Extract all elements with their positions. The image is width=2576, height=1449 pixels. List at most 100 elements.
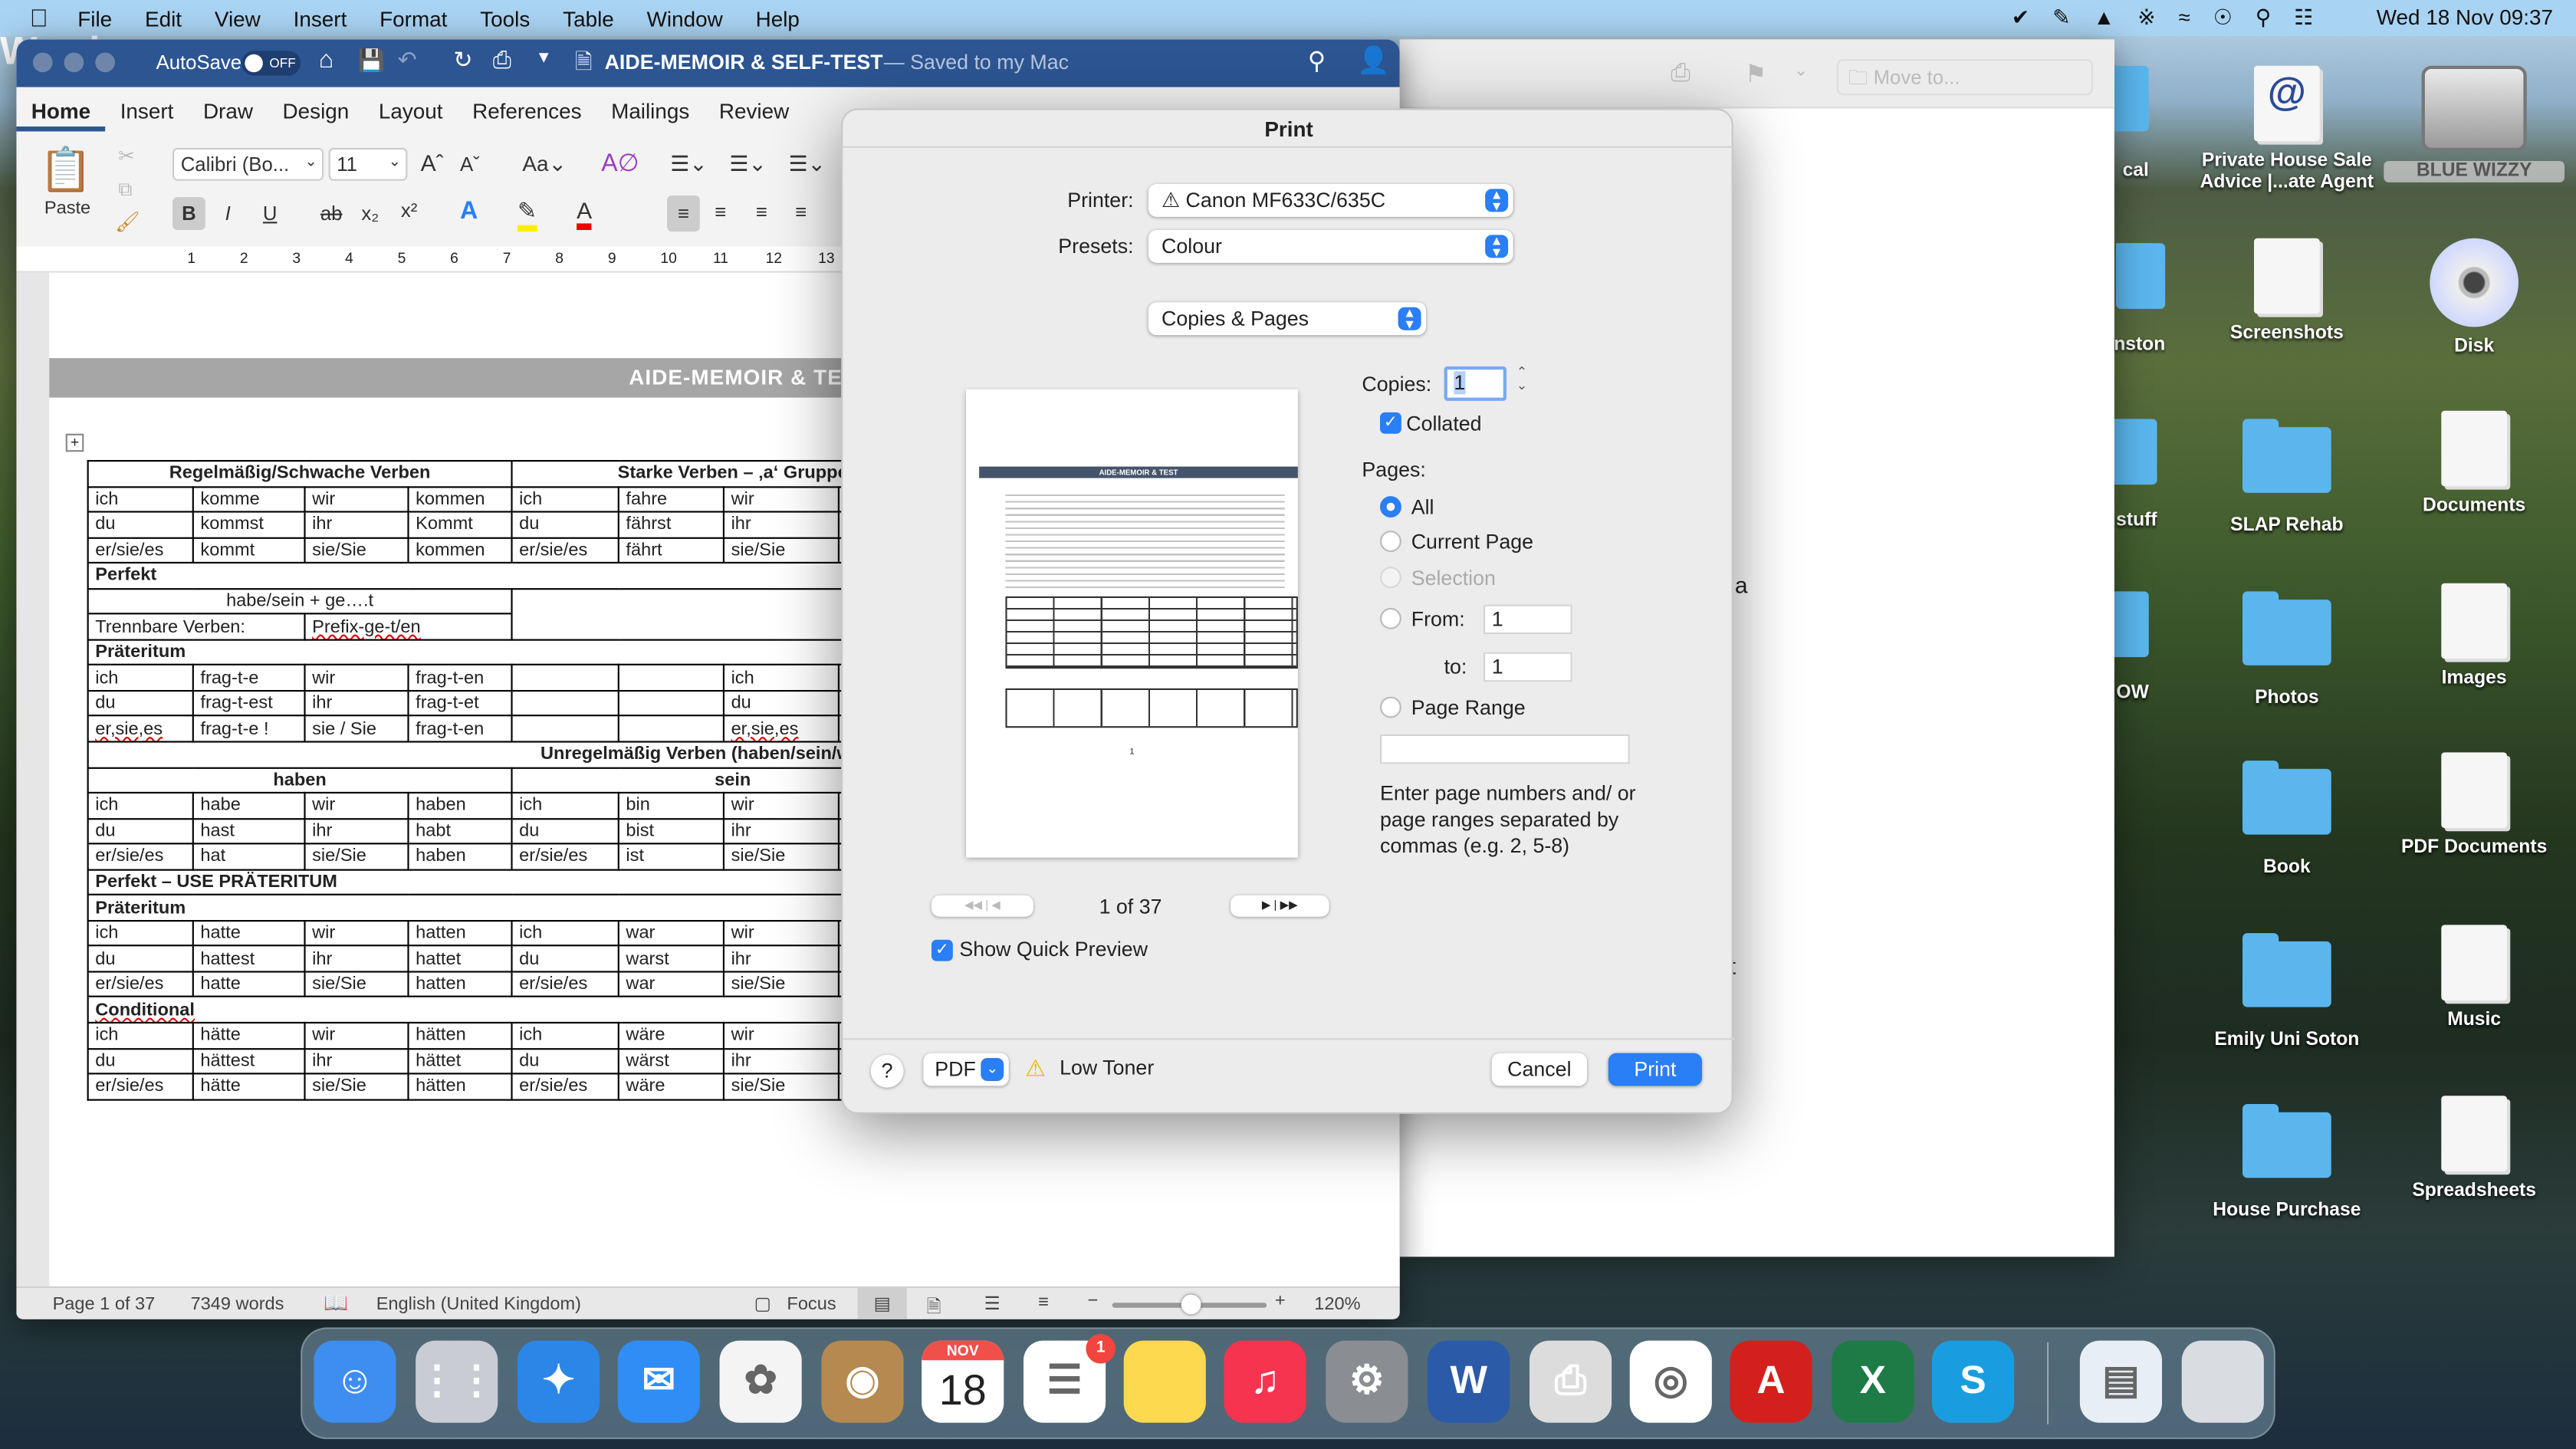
pages-from-radio[interactable] xyxy=(1380,607,1401,629)
menu-format[interactable]: Format xyxy=(380,6,447,31)
numbering-icon[interactable]: ☰⌄ xyxy=(729,151,766,177)
table-cell[interactable]: Präteritum xyxy=(87,894,955,922)
desktop-icon[interactable]: BLUE WIZZY xyxy=(2384,65,2564,182)
desktop-icon[interactable]: @ Private House Sale Advice |...ate Agent xyxy=(2196,65,2377,194)
page-range-input[interactable] xyxy=(1380,734,1630,764)
table-cell[interactable]: fährst xyxy=(617,511,724,539)
word-count[interactable]: 7349 words xyxy=(191,1295,284,1315)
table-cell[interactable]: wir xyxy=(722,792,840,820)
dock-launchpad-icon[interactable]: ⋮⋮ xyxy=(416,1340,498,1423)
tab-draw[interactable]: Draw xyxy=(189,95,268,131)
table-cell[interactable]: warst xyxy=(617,945,724,973)
save-status[interactable]: — Saved to my Mac xyxy=(884,51,1069,74)
bullets-icon[interactable]: ☰⌄ xyxy=(670,151,707,177)
print-button[interactable]: Print xyxy=(1608,1053,1702,1086)
zoom-in-button[interactable]: + xyxy=(1275,1291,1286,1311)
dock-trash-icon[interactable] xyxy=(2181,1340,2264,1423)
table-cell[interactable]: du xyxy=(87,689,194,718)
minimize-button[interactable] xyxy=(64,52,84,73)
tab-design[interactable]: Design xyxy=(268,95,363,131)
table-cell[interactable] xyxy=(511,689,619,718)
change-case-icon[interactable]: Aa⌄ xyxy=(522,151,566,177)
pages-current-radio[interactable] xyxy=(1380,531,1401,552)
table-cell[interactable]: du xyxy=(722,689,840,718)
table-cell[interactable]: ich xyxy=(511,919,619,948)
table-cell[interactable]: hattest xyxy=(192,945,306,973)
table-cell[interactable]: ich xyxy=(722,664,840,692)
zoom-out-button[interactable]: − xyxy=(1088,1291,1099,1311)
table-cell[interactable]: ich xyxy=(87,1021,194,1050)
show-preview-checkbox[interactable]: ✓ xyxy=(932,939,953,961)
table-cell[interactable]: Prefix-ge-t/en xyxy=(304,613,513,641)
help-button[interactable]: ? xyxy=(870,1054,904,1088)
paste-button[interactable]: Paste xyxy=(44,199,90,219)
table-cell[interactable]: hätten xyxy=(407,1073,513,1100)
align-left-button[interactable]: ≡ xyxy=(667,195,700,232)
zoom-slider-thumb[interactable] xyxy=(1181,1294,1201,1315)
table-cell[interactable]: hatte xyxy=(192,971,306,998)
dock-excel-icon[interactable]: X xyxy=(1832,1340,1914,1423)
table-cell[interactable]: sie/Sie xyxy=(304,971,409,998)
table-cell[interactable]: bist xyxy=(617,817,724,845)
dock-reminders-icon[interactable]: ☰ 1 xyxy=(1024,1334,1116,1423)
zoom-level[interactable]: 120% xyxy=(1314,1295,1360,1315)
dock-finder-icon[interactable]: ☺ xyxy=(314,1340,396,1423)
desktop-icon[interactable]: Images xyxy=(2384,583,2564,690)
table-cell[interactable]: fahre xyxy=(617,485,724,513)
pages-all-radio[interactable] xyxy=(1380,496,1401,518)
share-icon[interactable]: 👤 xyxy=(1357,44,1390,77)
menu-view[interactable]: View xyxy=(215,6,261,31)
page-range-radio[interactable] xyxy=(1380,696,1401,718)
tab-references[interactable]: References xyxy=(458,95,596,131)
table-cell[interactable]: sie / Sie xyxy=(304,715,409,743)
table-move-handle[interactable]: + xyxy=(65,433,84,452)
table-cell[interactable]: hat xyxy=(192,843,306,871)
table-cell[interactable]: ihr xyxy=(722,511,840,539)
table-cell[interactable]: wäre xyxy=(617,1021,724,1050)
dock-printer-icon[interactable]: ⎙ xyxy=(1529,1340,1612,1423)
table-cell[interactable]: Unregelmäßig Verben (haben/sein/werden) xyxy=(87,741,955,768)
table-cell[interactable]: ihr xyxy=(304,1047,409,1075)
close-button[interactable] xyxy=(32,52,53,73)
dock-notes-icon[interactable] xyxy=(1123,1340,1206,1423)
first-previous-page-buttons[interactable]: ◀◀ | ◀ xyxy=(932,895,1033,917)
redo-icon[interactable]: ↻ xyxy=(453,46,472,74)
dock-contacts-icon[interactable]: ◉ xyxy=(821,1340,904,1423)
table-cell[interactable]: Conditional xyxy=(87,996,955,1024)
table-cell[interactable]: er/sie/es xyxy=(87,843,194,871)
table-cell[interactable]: wir xyxy=(722,919,840,948)
menu-window[interactable]: Window xyxy=(647,6,723,31)
table-cell[interactable]: er,sie,es xyxy=(722,715,840,743)
autosave-toggle[interactable]: OFF xyxy=(242,51,301,76)
table-cell[interactable]: wäre xyxy=(617,1073,724,1100)
spotlight-search-icon[interactable]: ⚲ xyxy=(2256,5,2271,31)
table-cell[interactable]: ich xyxy=(511,792,619,820)
table-cell[interactable]: wir xyxy=(722,1021,840,1050)
font-name-dropdown[interactable]: Calibri (Bo... ⌄ xyxy=(172,147,324,181)
table-cell[interactable]: du xyxy=(511,945,619,973)
format-painter-icon[interactable]: 🖌 xyxy=(115,210,140,233)
table-cell[interactable] xyxy=(617,715,724,743)
printer-dropdown[interactable]: ⚠ Canon MF633C/635C ▲ ▼ xyxy=(1148,184,1513,217)
table-cell[interactable]: kommen xyxy=(407,536,513,564)
collated-checkbox[interactable]: ✓ xyxy=(1380,412,1401,434)
justify-button[interactable]: ≡ xyxy=(795,200,807,223)
table-cell[interactable]: ich xyxy=(87,485,194,513)
menu-edit[interactable]: Edit xyxy=(145,6,182,31)
dock-music-icon[interactable]: ♫ xyxy=(1224,1340,1306,1423)
table-cell[interactable]: haben xyxy=(87,766,513,794)
tab-mailings[interactable]: Mailings xyxy=(596,95,705,131)
table-cell[interactable]: sie/Sie xyxy=(304,1073,409,1100)
table-cell[interactable]: haben xyxy=(407,843,513,871)
table-cell[interactable]: kommt xyxy=(192,536,306,564)
table-cell[interactable]: wir xyxy=(304,1021,409,1050)
table-cell[interactable]: sie/Sie xyxy=(722,536,840,564)
table-cell[interactable]: er/sie/es xyxy=(511,1073,619,1100)
table-cell[interactable]: habe/sein + ge….t xyxy=(87,587,513,616)
dock-chrome-icon[interactable]: ◎ xyxy=(1629,1340,1712,1423)
table-cell[interactable]: haben xyxy=(407,792,513,820)
dock-system-preferences-icon[interactable]: ⚙ xyxy=(1326,1340,1408,1423)
dock-document-icon[interactable]: ▤ xyxy=(2079,1340,2162,1423)
table-cell[interactable]: sie/Sie xyxy=(722,971,840,998)
table-cell[interactable]: hättest xyxy=(192,1047,306,1075)
